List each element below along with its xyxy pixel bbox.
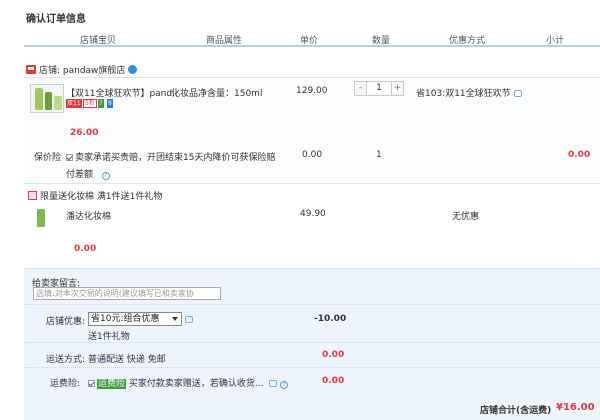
col-attribute: 商品属性 [206,36,243,46]
badge-7day: 7 [98,99,104,108]
shop-name[interactable]: 店铺: pandaw旗舰店 [39,63,125,76]
shop-line: 店铺: pandaw旗舰店 [26,63,138,76]
discount-info-icon[interactable] [185,316,193,323]
chevron-down-icon [172,317,178,321]
gift-header-text: 限量送化妆棉 满1件送1件礼物 [40,192,163,202]
col-subtotal: 小计 [546,36,565,46]
gift-note: 送1件礼物 [88,332,130,342]
col-quantity: 数量 [372,36,391,46]
insurance-text-1: 卖家承诺买贵赔，开团结束15天内降价可获保险赔 [75,153,276,163]
shop-total-label: 店铺合计(含运费) [480,406,552,416]
gift-header: 限量送化妆棉 满1件送1件礼物 [28,189,162,202]
wangwang-chat-icon[interactable] [128,65,138,74]
delivery-label: 运送方式: [46,355,86,365]
shop-discount-value: -10.00 [314,314,347,324]
insurance-option[interactable]: 卖家承诺买贵赔，开团结束15天内降价可获保险赔 [66,150,275,163]
insurance-text-2: 付差额 [66,170,94,180]
delivery-text: 普通配送 快递 免邮 [88,355,166,365]
freight-insurance-checkbox[interactable] [88,380,95,387]
gift-name[interactable]: 潘达化妆棉 [66,209,111,222]
seller-message-input[interactable]: 选填:对本次交易的说明(建议填写已和卖家协 [33,287,221,300]
insurance-label: 保价险 [34,153,62,163]
freight-insurance-label: 运费险: [50,379,81,389]
shop-discount-select[interactable]: 省10元:组合优惠 [88,312,182,326]
gift-thumbnail[interactable] [34,207,48,229]
gift-price: 49.90 [300,209,326,219]
unit-price: 129.00 [296,86,328,96]
qty-plus-button[interactable]: + [392,82,403,95]
badge-discount: 5折 [83,99,97,108]
product-attribute: 化妆品净含量：150ml [171,89,263,99]
page-title: 确认订单信息 [26,14,86,25]
product-thumbnail[interactable] [30,84,64,113]
item-subtotal: 26.00 [70,128,99,138]
insurance-checkbox[interactable] [66,154,73,161]
delivery-value: 0.00 [322,350,345,360]
divider [24,342,600,343]
badge-8: 8 [107,99,113,108]
divider [24,367,600,368]
help-icon[interactable]: ? [280,381,289,389]
table-header: 店铺宝贝 商品属性 单价 数量 优惠方式 小计 [24,29,600,47]
col-price: 单价 [300,36,319,46]
shop-discount-label: 店铺优惠: [46,317,86,327]
freight-info-icon[interactable] [269,380,278,387]
gift-icon [28,191,37,200]
insurance-qty: 1 [376,150,382,160]
quantity-input[interactable]: 1 [366,82,392,95]
shop-icon [26,65,36,74]
freight-insurance-text: 买家付款卖家赠送，若确认收货... [128,379,264,389]
item-promo-text: 省103:双11全球狂欢节 [416,89,511,99]
quantity-stepper: - 1 + [354,81,404,96]
insurance-price: 0.00 [302,150,323,160]
freight-insurance-value: 0.00 [322,376,345,386]
freight-insurance-option[interactable]: 运费险 买家付款卖家赠送，若确认收货... ? [88,376,289,389]
shop-discount-selected: 省10元:组合优惠 [91,314,160,324]
shop-total-value: ¥16.00 [556,402,595,413]
qty-minus-button[interactable]: - [355,82,366,95]
gift-subtotal: 0.00 [74,244,97,254]
product-title[interactable]: 【双11全球狂欢节】pand.. [66,86,178,99]
help-icon[interactable]: ? [101,172,110,180]
divider [24,304,600,305]
insurance-subtotal: 0.00 [568,150,591,160]
col-promo: 优惠方式 [449,36,486,46]
col-shop-item: 店铺宝贝 [80,36,117,46]
promo-info-icon[interactable] [513,90,522,97]
badge-double11: 双11 [66,99,82,108]
item-promo: 省103:双11全球狂欢节 [416,86,522,99]
freight-insurance-tag: 运费险 [97,379,127,389]
gift-promo: 无优惠 [452,212,480,222]
insurance-text-2-wrap: 付差额 ? [66,167,110,180]
